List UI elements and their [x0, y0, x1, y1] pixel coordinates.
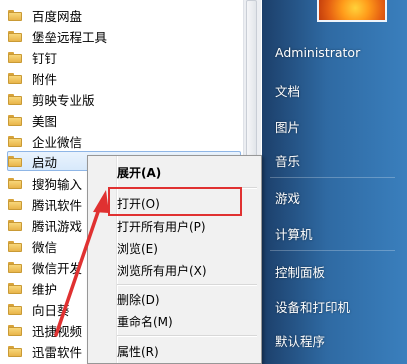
annotation-arrow-icon [54, 190, 109, 337]
